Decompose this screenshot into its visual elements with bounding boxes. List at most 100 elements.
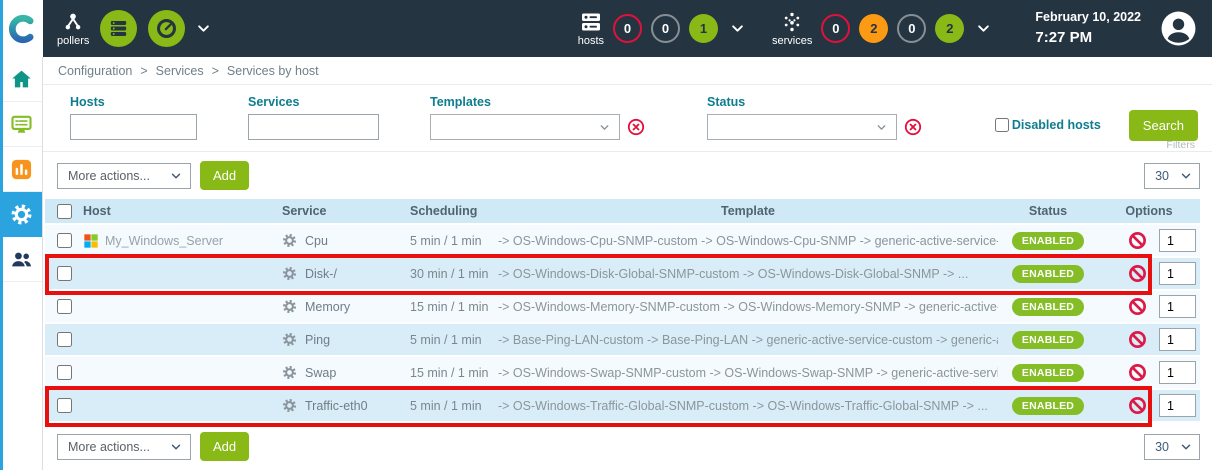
breadcrumb-services-by-host[interactable]: Services by host <box>227 64 319 78</box>
scheduling-value: 5 min / 1 min <box>410 399 498 413</box>
page-size-select[interactable]: 30 <box>1144 163 1200 189</box>
col-header-service[interactable]: Service <box>282 204 410 218</box>
options-count-input[interactable] <box>1159 361 1196 384</box>
row-checkbox[interactable] <box>57 332 72 347</box>
pollers-chevron-down-icon[interactable] <box>196 21 211 36</box>
poller-list-button[interactable] <box>100 10 137 47</box>
left-accent-stripe <box>0 0 3 470</box>
template-chain: -> OS-Windows-Cpu-SNMP-custom -> OS-Wind… <box>498 234 998 248</box>
service-name[interactable]: Ping <box>305 333 330 347</box>
breadcrumb-configuration[interactable]: Configuration <box>58 64 132 78</box>
services-critical-counter[interactable]: 0 <box>821 14 850 43</box>
services-ok-counter[interactable]: 2 <box>935 14 964 43</box>
service-name[interactable]: Memory <box>305 300 350 314</box>
prohibition-icon[interactable] <box>1128 330 1147 349</box>
more-actions-select[interactable]: More actions... <box>57 163 191 189</box>
row-checkbox[interactable] <box>57 299 72 314</box>
page-size-select[interactable]: 30 <box>1144 434 1200 460</box>
sidebar-item-administration[interactable] <box>0 237 42 282</box>
templates-filter-select[interactable] <box>430 114 620 140</box>
hosts-label: hosts <box>578 35 604 47</box>
search-button[interactable]: Search <box>1129 110 1198 141</box>
services-chevron-down-icon[interactable] <box>976 21 991 36</box>
templates-clear-icon[interactable] <box>627 118 645 136</box>
template-chain: -> OS-Windows-Traffic-Global-SNMP-custom… <box>498 399 998 413</box>
select-all-checkbox[interactable] <box>57 204 72 219</box>
sidebar-item-monitoring[interactable] <box>0 102 42 147</box>
gear-icon <box>282 299 297 314</box>
service-name[interactable]: Cpu <box>305 234 328 248</box>
status-badge: ENABLED <box>1012 331 1084 349</box>
service-name[interactable]: Traffic-eth0 <box>305 399 368 413</box>
table-row-disk: Disk-/ 30 min / 1 min -> OS-Windows-Disk… <box>45 258 1200 291</box>
hosts-filter-input[interactable] <box>70 114 197 140</box>
user-menu[interactable] <box>1160 10 1197 47</box>
status-clear-icon[interactable] <box>904 118 922 136</box>
hosts-chevron-down-icon[interactable] <box>730 21 745 36</box>
prohibition-icon[interactable] <box>1128 396 1147 415</box>
server-boxes-icon <box>579 10 603 34</box>
sidebar-item-reporting[interactable] <box>0 147 42 192</box>
dots-cluster-icon <box>780 10 804 34</box>
table-row-ping: Ping 5 min / 1 min -> Base-Ping-LAN-cust… <box>45 324 1200 357</box>
prohibition-icon[interactable] <box>1128 363 1147 382</box>
prohibition-icon[interactable] <box>1128 231 1147 250</box>
bottom-toolbar: More actions... Add 30 <box>43 423 1212 470</box>
services-filter-label: Services <box>248 95 379 109</box>
add-button[interactable]: Add <box>200 161 249 190</box>
service-name[interactable]: Disk-/ <box>305 267 337 281</box>
services-filter-input[interactable] <box>248 114 379 140</box>
col-header-options[interactable]: Options <box>1098 204 1200 218</box>
options-count-input[interactable] <box>1159 295 1196 318</box>
template-chain: -> OS-Windows-Swap-SNMP-custom -> OS-Win… <box>498 366 998 380</box>
services-menu[interactable]: services <box>772 10 812 47</box>
status-badge: ENABLED <box>1012 265 1084 283</box>
options-count-input[interactable] <box>1159 229 1196 252</box>
pollers-label: pollers <box>57 35 89 47</box>
hosts-menu[interactable]: hosts <box>578 10 604 47</box>
pollers-menu[interactable]: pollers <box>57 11 89 47</box>
centreon-logo-icon <box>7 14 37 44</box>
prohibition-icon[interactable] <box>1128 297 1147 316</box>
options-count-input[interactable] <box>1159 262 1196 285</box>
prohibition-icon[interactable] <box>1128 264 1147 283</box>
add-button[interactable]: Add <box>200 432 249 461</box>
row-checkbox[interactable] <box>57 365 72 380</box>
disabled-hosts-checkbox[interactable] <box>995 118 1009 132</box>
breadcrumb-services[interactable]: Services <box>156 64 204 78</box>
host-name[interactable]: My_Windows_Server <box>105 234 223 248</box>
row-checkbox[interactable] <box>57 398 72 413</box>
status-filter-label: Status <box>707 95 922 109</box>
hosts-unreachable-counter[interactable]: 0 <box>651 14 680 43</box>
col-header-status[interactable]: Status <box>998 204 1098 218</box>
services-warning-counter[interactable]: 2 <box>859 14 888 43</box>
col-header-host[interactable]: Host <box>83 204 282 218</box>
poller-state-button[interactable] <box>148 10 185 47</box>
options-count-input[interactable] <box>1159 394 1196 417</box>
breadcrumb-separator: > <box>212 64 219 78</box>
table-header-row: Host Service Scheduling Template Status … <box>45 199 1200 225</box>
col-header-template[interactable]: Template <box>498 204 998 218</box>
template-chain: -> OS-Windows-Memory-SNMP-custom -> OS-W… <box>498 300 998 314</box>
table-row-traffic: Traffic-eth0 5 min / 1 min -> OS-Windows… <box>45 390 1200 423</box>
hosts-down-counter[interactable]: 0 <box>613 14 642 43</box>
disabled-hosts-label: Disabled hosts <box>1012 118 1101 132</box>
home-icon <box>10 68 33 91</box>
status-filter-select[interactable] <box>707 114 897 140</box>
services-table: Host Service Scheduling Template Status … <box>45 199 1200 423</box>
status-badge: ENABLED <box>1012 397 1084 415</box>
options-count-input[interactable] <box>1159 328 1196 351</box>
services-unknown-counter[interactable]: 0 <box>897 14 926 43</box>
row-checkbox[interactable] <box>57 233 72 248</box>
more-actions-select[interactable]: More actions... <box>57 434 191 460</box>
hosts-up-counter[interactable]: 1 <box>689 14 718 43</box>
centreon-logo[interactable] <box>0 0 43 57</box>
gear-icon <box>282 398 297 413</box>
service-name[interactable]: Swap <box>305 366 336 380</box>
sidebar-item-configuration[interactable] <box>0 192 42 237</box>
top-toolbar: More actions... Add 30 <box>43 152 1212 199</box>
gear-icon <box>282 233 297 248</box>
row-checkbox[interactable] <box>57 266 72 281</box>
col-header-scheduling[interactable]: Scheduling <box>410 204 498 218</box>
sidebar-item-home[interactable] <box>0 57 42 102</box>
